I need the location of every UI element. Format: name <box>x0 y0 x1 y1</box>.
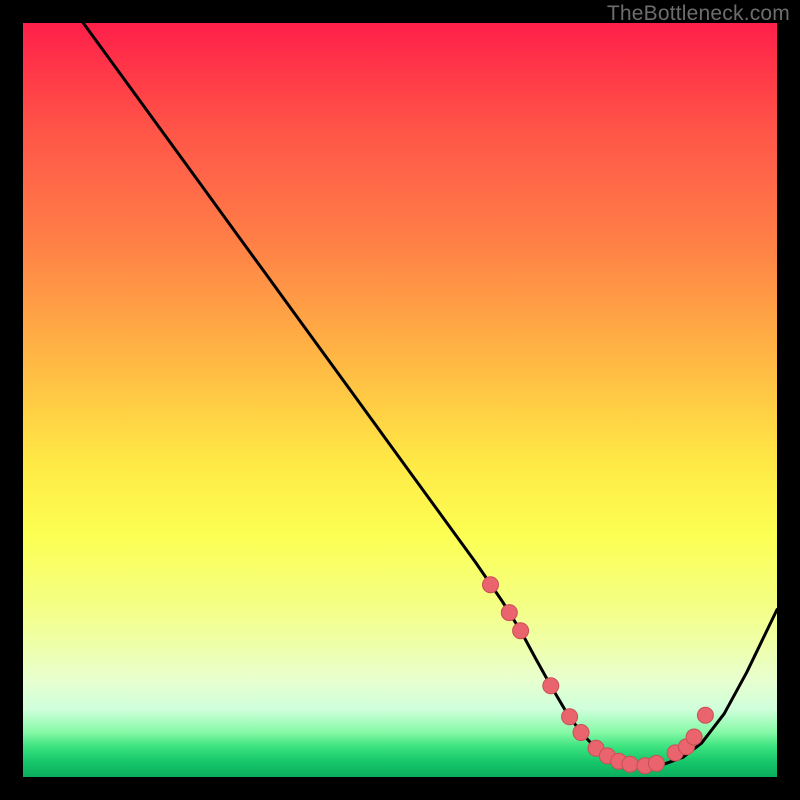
marker-point <box>686 729 702 745</box>
marker-point <box>562 709 578 725</box>
bottleneck-curve <box>83 23 777 766</box>
chart-svg <box>23 23 777 777</box>
highlight-markers <box>483 577 714 774</box>
plot-area <box>23 23 777 777</box>
marker-point <box>648 755 664 771</box>
marker-point <box>543 678 559 694</box>
chart-frame: TheBottleneck.com <box>0 0 800 800</box>
marker-point <box>513 623 529 639</box>
marker-point <box>573 725 589 741</box>
marker-point <box>697 707 713 723</box>
marker-point <box>622 756 638 772</box>
watermark-text: TheBottleneck.com <box>607 2 790 26</box>
marker-point <box>483 577 499 593</box>
marker-point <box>501 605 517 621</box>
